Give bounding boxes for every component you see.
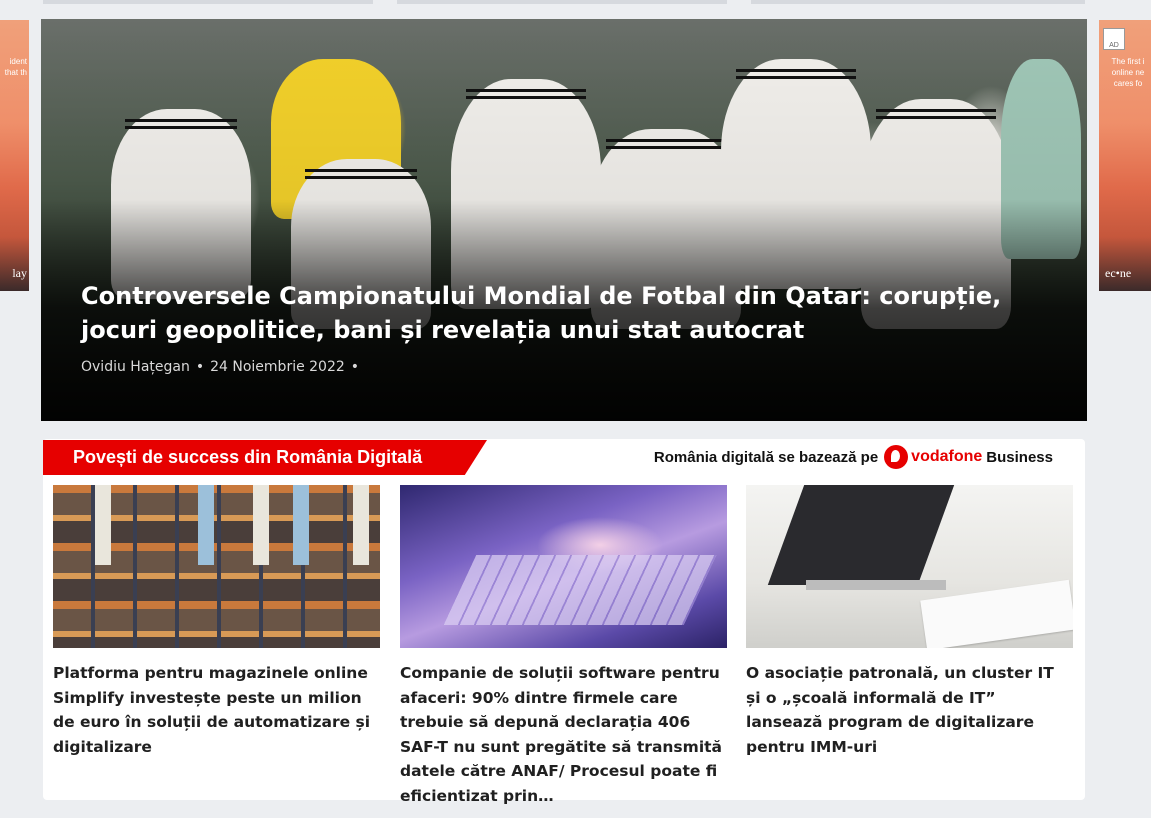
article-title[interactable]: Companie de soluții software pentru afac… xyxy=(400,661,727,808)
ad-brand: lay xyxy=(12,266,27,280)
ad-brand: ec•ne xyxy=(1105,266,1132,280)
sponsor-text: România digitală se bazează pe xyxy=(653,448,879,466)
article-title[interactable]: O asociație patronală, un cluster IT și … xyxy=(746,661,1073,759)
ad-text: The first i online ne cares fo xyxy=(1111,57,1145,88)
hero-meta: Ovidiu Hațegan • 24 Noiembrie 2022 • xyxy=(81,359,365,375)
previous-row-card-edge xyxy=(43,0,373,4)
article-thumbnail[interactable] xyxy=(746,485,1073,648)
sponsor-brand: vodafone xyxy=(911,448,983,465)
previous-row-card-edge xyxy=(751,0,1085,4)
previous-row-card-edge xyxy=(397,0,727,4)
ad-badge-icon[interactable]: AD xyxy=(1103,28,1125,50)
article-thumbnail[interactable] xyxy=(400,485,727,648)
left-side-ad[interactable]: ident that th lay xyxy=(0,20,29,291)
author-link[interactable]: Ovidiu Hațegan xyxy=(81,359,190,375)
sponsor-suffix: Business xyxy=(986,448,1053,466)
article-thumbnail[interactable] xyxy=(53,485,380,648)
meta-separator: • xyxy=(195,359,205,375)
sponsor-line[interactable]: România digitală se bazează pe vodafone … xyxy=(654,445,1053,469)
romania-digitala-section: Povești de success din România Digitală … xyxy=(43,439,1085,805)
article-card[interactable]: Companie de soluții software pentru afac… xyxy=(400,485,727,808)
ad-text: ident that th xyxy=(4,57,27,77)
section-heading[interactable]: Povești de success din România Digitală xyxy=(43,440,487,475)
vodafone-logo-icon xyxy=(884,445,909,469)
meta-separator: • xyxy=(350,359,360,375)
hero-article[interactable]: Controversele Campionatului Mondial de F… xyxy=(41,19,1087,421)
article-card[interactable]: Platforma pentru magazinele online Simpl… xyxy=(53,485,380,759)
right-side-ad[interactable]: AD The first i online ne cares fo ec•ne xyxy=(1099,20,1151,291)
hero-title[interactable]: Controversele Campionatului Mondial de F… xyxy=(81,279,1021,347)
article-card[interactable]: O asociație patronală, un cluster IT și … xyxy=(746,485,1073,759)
article-title[interactable]: Platforma pentru magazinele online Simpl… xyxy=(53,661,380,759)
publish-date: 24 Noiembrie 2022 xyxy=(210,359,345,375)
